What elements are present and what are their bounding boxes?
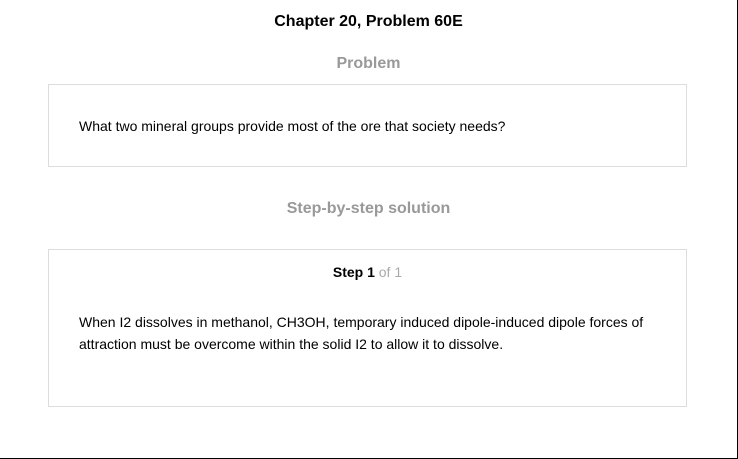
- solution-heading: Step-by-step solution: [286, 200, 451, 217]
- problem-text: What two mineral groups provide most of …: [79, 118, 506, 134]
- step-count: of 1: [378, 264, 403, 280]
- step-text: When I2 dissolves in methanol, CH3OH, te…: [79, 314, 644, 352]
- problem-heading: Problem: [336, 55, 401, 72]
- step-label: Step 1 of 1: [49, 263, 686, 281]
- solution-page: Chapter 20, Problem 60E Problem What two…: [0, 0, 738, 459]
- solution-step-card: Step 1 of 1 When I2 dissolves in methano…: [48, 249, 687, 407]
- step-number: Step 1: [332, 264, 375, 280]
- problem-card: What two mineral groups provide most of …: [48, 84, 687, 167]
- chapter-title: Chapter 20, Problem 60E: [274, 13, 463, 30]
